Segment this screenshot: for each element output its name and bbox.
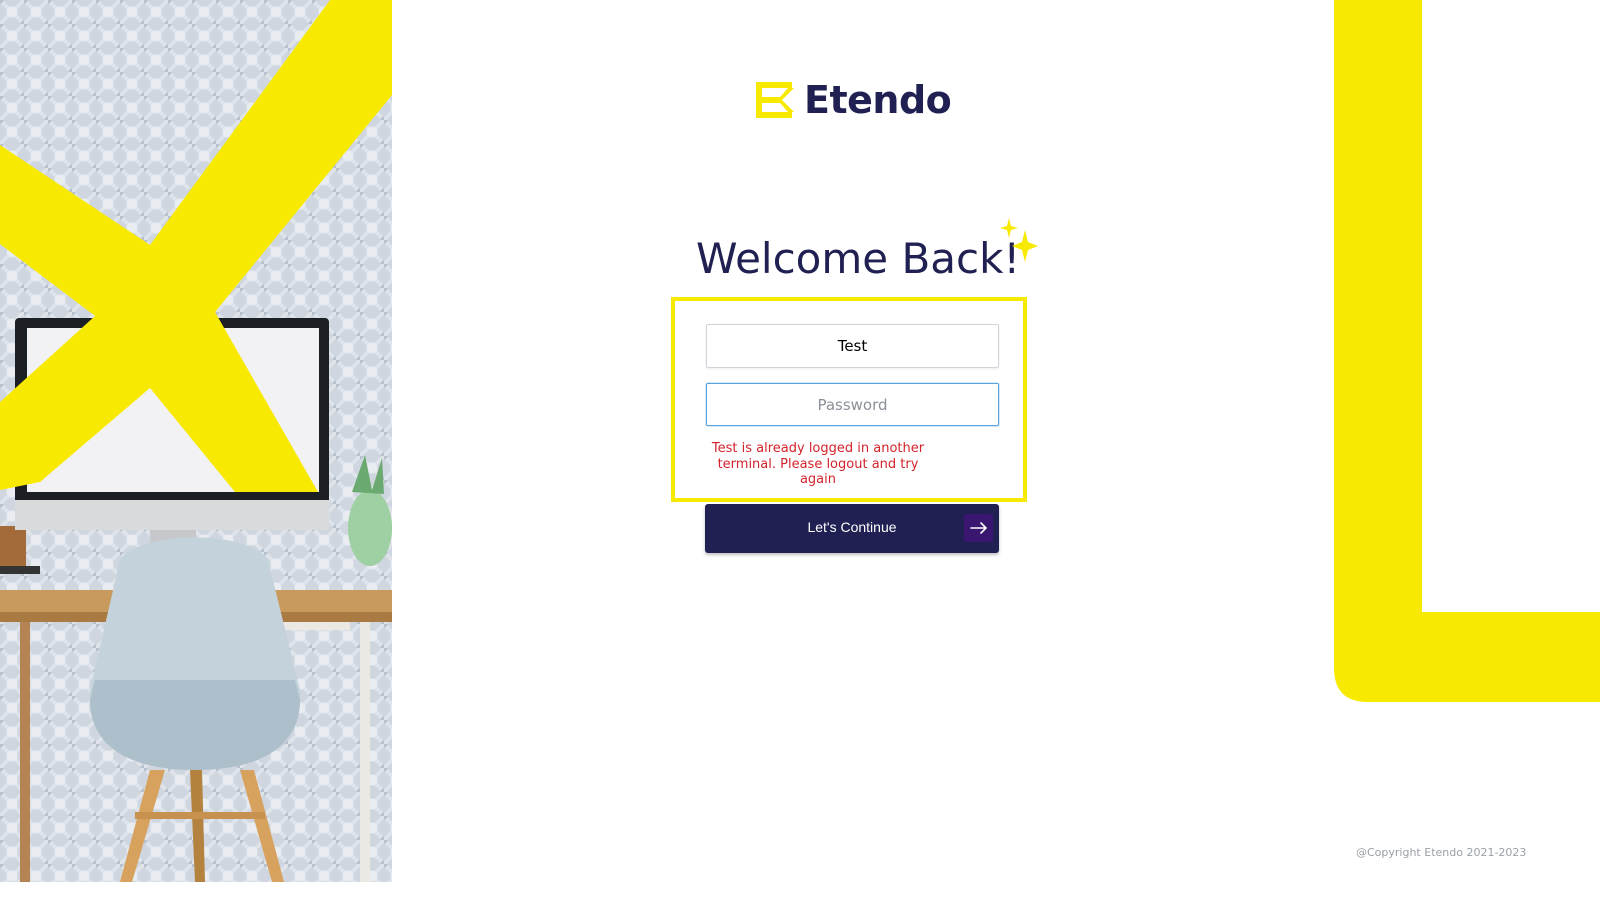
username-field[interactable] (706, 324, 999, 368)
sparkle-icon (1000, 218, 1038, 262)
etendo-logo-icon (756, 82, 794, 118)
etendo-logo: Etendo (752, 78, 952, 122)
login-error-message: Test is already logged in another termin… (711, 441, 925, 487)
decorative-corner-shape (1334, 0, 1600, 702)
page-title: Welcome Back! (696, 234, 1021, 283)
hero-image (0, 0, 392, 882)
password-field[interactable] (706, 383, 999, 426)
copyright-text: @Copyright Etendo 2021-2023 (1356, 846, 1527, 859)
continue-button-label: Let's Continue (807, 519, 897, 535)
continue-button[interactable]: Let's Continue (705, 504, 999, 553)
arrow-right-icon[interactable] (964, 514, 993, 542)
brand-name: Etendo (804, 78, 952, 122)
hero-illustration (0, 0, 392, 882)
